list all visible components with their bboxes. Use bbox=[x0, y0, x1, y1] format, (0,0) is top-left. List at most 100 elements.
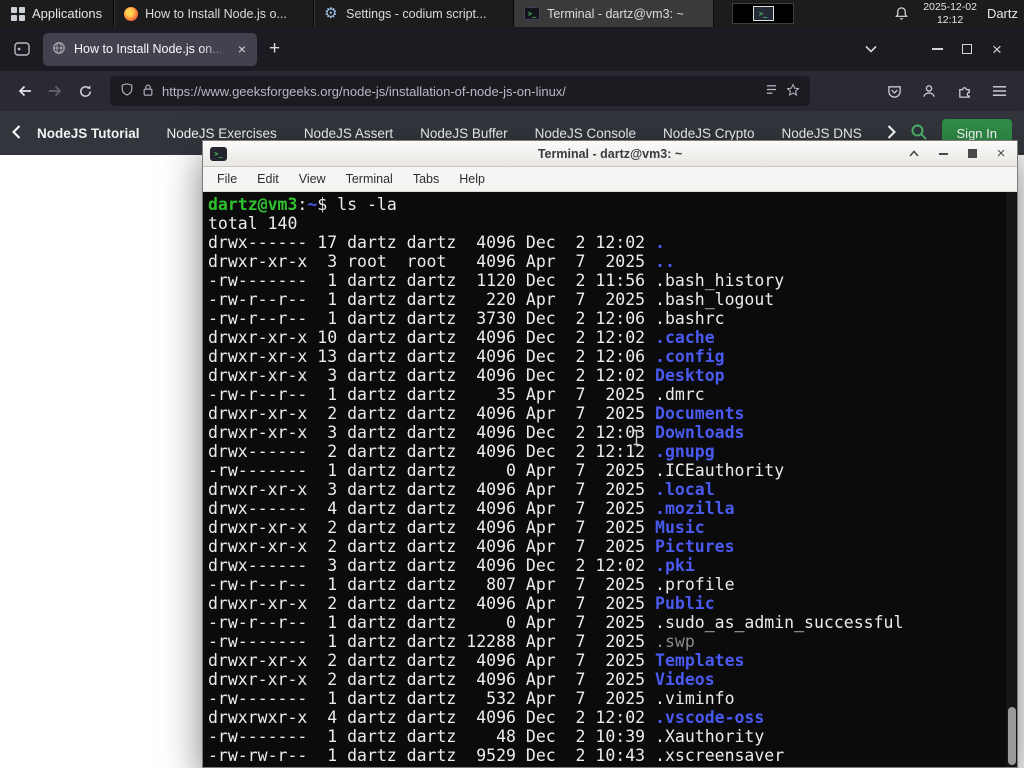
clock-time: 12:12 bbox=[936, 13, 964, 26]
window-minimize-button[interactable] bbox=[922, 34, 952, 64]
back-button[interactable] bbox=[10, 76, 40, 106]
tab-favicon bbox=[52, 41, 66, 58]
forward-button[interactable] bbox=[40, 76, 70, 106]
file-name: .dmrc bbox=[655, 385, 705, 404]
terminal-scrollbar[interactable] bbox=[1006, 192, 1017, 767]
terminal-menu-item[interactable]: Edit bbox=[247, 172, 289, 186]
file-name: .pki bbox=[655, 556, 695, 575]
file-name: .profile bbox=[655, 575, 735, 594]
terminal-window: >_ Terminal - dartz@vm3: ~ × File Edit Vie… bbox=[202, 140, 1018, 768]
terminal-line: drwx------ 2 dartz dartz 4096 Dec 2 12:1… bbox=[208, 442, 715, 461]
terminal-scrollbar-thumb[interactable] bbox=[1008, 707, 1016, 765]
window-maximize-button[interactable] bbox=[952, 34, 982, 64]
terminal-line: -rw------- 1 dartz dartz 1120 Dec 2 11:5… bbox=[208, 271, 785, 290]
terminal-line: drwxr-xr-x 2 dartz dartz 4096 Apr 7 2025… bbox=[208, 518, 705, 537]
workspace-window-icon: >_ bbox=[752, 6, 774, 21]
file-name: Documents bbox=[655, 404, 745, 423]
terminal-menu-item[interactable]: File bbox=[207, 172, 247, 186]
file-name: .swp bbox=[655, 632, 695, 651]
top-panel: Applications How to Install Node.js o...… bbox=[0, 0, 1024, 27]
terminal-close-button[interactable]: × bbox=[994, 145, 1008, 162]
terminal-line: drwxr-xr-x 3 dartz dartz 4096 Dec 2 12:0… bbox=[208, 366, 725, 385]
site-nav-link[interactable]: NodeJS Tutorial bbox=[37, 126, 140, 141]
file-name: .cache bbox=[655, 328, 715, 347]
pocket-icon[interactable] bbox=[879, 76, 909, 106]
tab-list-chevron-icon[interactable] bbox=[856, 34, 886, 64]
reload-button[interactable] bbox=[70, 76, 100, 106]
terminal-line: -rw-r--r-- 1 dartz dartz 35 Apr 7 2025 .… bbox=[208, 385, 705, 404]
terminal-menu-item[interactable]: Help bbox=[449, 172, 495, 186]
taskbar-item[interactable]: ⚙ Settings - codium script... bbox=[314, 0, 515, 27]
menu-icon[interactable] bbox=[984, 76, 1014, 106]
terminal-prompt-line: dartz@vm3:~$ ls -la bbox=[208, 195, 397, 214]
terminal-line: -rw-r--r-- 1 dartz dartz 3730 Dec 2 12:0… bbox=[208, 309, 725, 328]
terminal-line: drwx------ 3 dartz dartz 4096 Dec 2 12:0… bbox=[208, 556, 695, 575]
site-nav-link[interactable]: NodeJS Exercises bbox=[167, 126, 277, 141]
file-name: .local bbox=[655, 480, 715, 499]
site-nav-link[interactable]: NodeJS DNS bbox=[782, 126, 862, 141]
nav-scroll-left-icon[interactable] bbox=[12, 124, 21, 142]
file-name: . bbox=[655, 233, 665, 252]
firefox-view-icon[interactable] bbox=[9, 36, 35, 62]
browser-tab[interactable]: How to Install Node.js on... × bbox=[43, 32, 257, 66]
reader-mode-icon[interactable] bbox=[765, 83, 778, 99]
settings-icon: ⚙ bbox=[324, 5, 338, 22]
terminal-line: drwx------ 4 dartz dartz 4096 Apr 7 2025… bbox=[208, 499, 735, 518]
terminal-line: drwxr-xr-x 13 dartz dartz 4096 Dec 2 12:… bbox=[208, 347, 725, 366]
file-name: .. bbox=[655, 252, 675, 271]
url-bar[interactable]: https://www.geeksforgeeks.org/node-js/in… bbox=[110, 76, 810, 106]
terminal-line: -rw------- 1 dartz dartz 0 Apr 7 2025 .I… bbox=[208, 461, 785, 480]
taskbar-item-label: Terminal - dartz@vm3: ~ bbox=[547, 6, 684, 21]
file-name: .xscreensaver bbox=[655, 746, 785, 765]
applications-menu[interactable]: Applications bbox=[0, 0, 115, 27]
file-name: Music bbox=[655, 518, 705, 537]
clock-date: 2025-12-02 bbox=[923, 1, 977, 13]
site-nav-link[interactable]: NodeJS Crypto bbox=[663, 126, 755, 141]
terminal-menu-item[interactable]: Terminal bbox=[336, 172, 403, 186]
window-close-button[interactable]: × bbox=[982, 34, 1012, 64]
terminal-menu-item[interactable]: Tabs bbox=[403, 172, 449, 186]
terminal-line: drwxr-xr-x 3 dartz dartz 4096 Dec 2 12:0… bbox=[208, 423, 745, 442]
lock-icon[interactable] bbox=[142, 83, 154, 100]
terminal-menu-item[interactable]: View bbox=[289, 172, 336, 186]
site-nav-links: NodeJS Tutorial NodeJS Exercises NodeJS As… bbox=[37, 126, 873, 141]
notifications-icon[interactable] bbox=[889, 6, 913, 21]
browser-tab-bar: How to Install Node.js on... × + × bbox=[0, 27, 1024, 71]
applications-icon bbox=[11, 6, 25, 21]
terminal-line: drwxr-xr-x 3 dartz dartz 4096 Apr 7 2025… bbox=[208, 480, 715, 499]
extensions-icon[interactable] bbox=[949, 76, 979, 106]
bookmark-star-icon[interactable] bbox=[786, 82, 800, 100]
desktop: Applications How to Install Node.js o...… bbox=[0, 0, 1024, 768]
file-name: .ICEauthority bbox=[655, 461, 785, 480]
taskbar-item[interactable]: >_ Terminal - dartz@vm3: ~ bbox=[514, 0, 715, 27]
account-icon[interactable] bbox=[914, 76, 944, 106]
taskbar: How to Install Node.js o... ⚙ Settings - c… bbox=[114, 0, 715, 27]
file-name: Videos bbox=[655, 670, 715, 689]
terminal-icon: >_ bbox=[210, 146, 227, 161]
file-name: .sudo_as_admin_successful bbox=[655, 613, 904, 632]
terminal-line: -rw-r--r-- 1 dartz dartz 0 Apr 7 2025 .s… bbox=[208, 613, 904, 632]
url-text[interactable]: https://www.geeksforgeeks.org/node-js/in… bbox=[162, 84, 757, 99]
applications-label: Applications bbox=[32, 6, 103, 21]
terminal-title-bar[interactable]: >_ Terminal - dartz@vm3: ~ × bbox=[203, 141, 1017, 167]
terminal-output[interactable]: dartz@vm3:~$ ls -la total 140 drwx------ 1… bbox=[203, 192, 1017, 767]
terminal-minimize-button[interactable] bbox=[936, 147, 950, 161]
browser-toolbar: https://www.geeksforgeeks.org/node-js/in… bbox=[0, 71, 1024, 111]
workspace-switcher[interactable]: >_ bbox=[732, 3, 795, 24]
site-nav-link[interactable]: NodeJS Assert bbox=[304, 126, 393, 141]
terminal-maximize-button[interactable] bbox=[965, 147, 979, 161]
site-nav-link[interactable]: NodeJS Buffer bbox=[420, 126, 508, 141]
tracking-shield-icon[interactable] bbox=[120, 82, 134, 100]
new-tab-button[interactable]: + bbox=[269, 38, 280, 60]
terminal-line: drwxrwxr-x 4 dartz dartz 4096 Dec 2 12:0… bbox=[208, 708, 765, 727]
terminal-line: -rw-r--r-- 1 dartz dartz 220 Apr 7 2025 … bbox=[208, 290, 775, 309]
user-label[interactable]: Dartz bbox=[987, 6, 1018, 21]
terminal-line: drwxr-xr-x 2 dartz dartz 4096 Apr 7 2025… bbox=[208, 404, 745, 423]
site-nav-link[interactable]: NodeJS Console bbox=[535, 126, 636, 141]
taskbar-item[interactable]: How to Install Node.js o... bbox=[114, 0, 315, 27]
nav-scroll-right-icon[interactable] bbox=[887, 124, 896, 142]
file-name: .Xauthority bbox=[655, 727, 765, 746]
terminal-shade-button[interactable] bbox=[907, 147, 921, 161]
clock[interactable]: 2025-12-02 12:12 bbox=[923, 1, 977, 26]
tab-close-icon[interactable]: × bbox=[236, 41, 248, 57]
